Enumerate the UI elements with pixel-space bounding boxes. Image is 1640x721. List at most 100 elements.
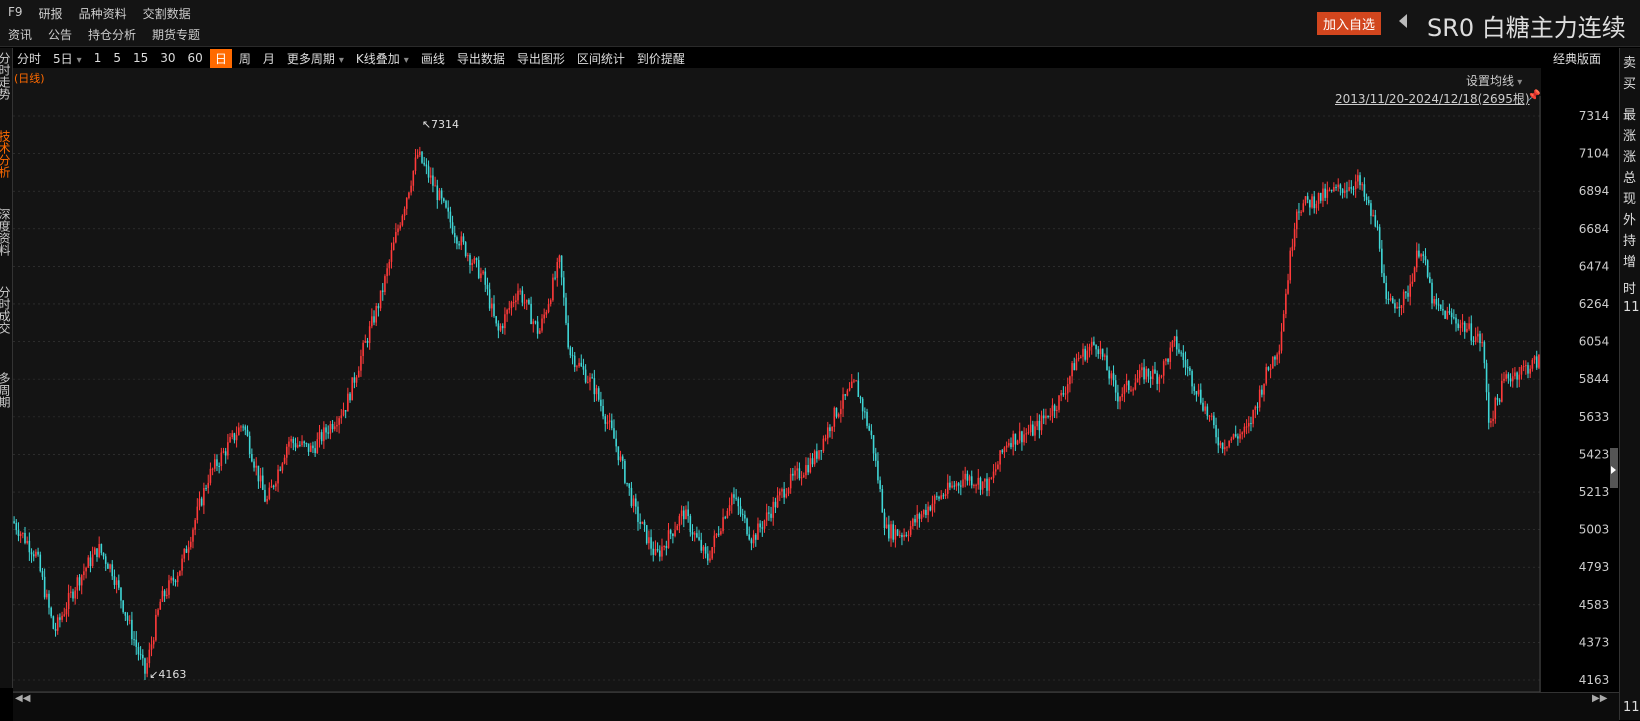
candle-body <box>35 551 37 557</box>
candle-body <box>837 414 840 417</box>
candle-body <box>628 483 631 488</box>
candle-body <box>600 399 602 406</box>
candle-body <box>1420 254 1422 257</box>
candle-body <box>24 532 26 543</box>
quote-label-outer: 外 <box>1623 213 1637 228</box>
candle-body <box>63 614 66 616</box>
candle-body <box>1023 434 1025 443</box>
candle-body <box>192 529 194 542</box>
candle-body <box>117 580 120 588</box>
candle-body <box>1010 443 1012 448</box>
candle-body <box>305 443 308 445</box>
candle-body <box>279 469 282 471</box>
candle-body <box>898 534 901 536</box>
candle-body <box>1232 434 1235 439</box>
nav-right-icon[interactable]: ▶▶ <box>1592 693 1607 704</box>
candle-body <box>48 593 50 608</box>
candle-body <box>1278 350 1281 355</box>
candle-body <box>776 495 779 508</box>
candle-body <box>661 546 663 557</box>
candle-body <box>366 340 369 343</box>
candle-body <box>460 236 463 246</box>
candle-body <box>109 564 111 569</box>
candle-body <box>1535 356 1538 368</box>
candle-body <box>652 548 655 555</box>
candle-body <box>752 534 755 544</box>
candle-body <box>1507 374 1510 379</box>
candle-body <box>266 499 268 502</box>
candle-body <box>918 513 921 519</box>
candle-body <box>471 262 473 266</box>
candle-body <box>78 577 81 586</box>
candle-body <box>534 321 537 323</box>
candle-body <box>403 208 406 216</box>
candle-body <box>549 300 552 305</box>
quote-label-current: 现 <box>1623 192 1637 207</box>
candle-body <box>242 426 244 428</box>
candle-body <box>1474 336 1477 342</box>
candle-body <box>792 473 794 476</box>
candle-body <box>1389 298 1392 300</box>
candle-body <box>730 494 733 506</box>
candle-body <box>342 410 345 416</box>
candle-body <box>1396 306 1398 309</box>
candle-body <box>567 323 569 348</box>
candle-body <box>667 530 670 549</box>
candle-body <box>528 299 530 304</box>
candle-body <box>170 577 172 581</box>
candle-body <box>288 441 290 447</box>
candle-body <box>582 366 585 370</box>
nav-left-icon[interactable]: ◀◀ <box>15 693 30 704</box>
candle-body <box>13 521 15 523</box>
scroll-right-icon[interactable] <box>1611 466 1616 474</box>
candle-body <box>1387 298 1390 300</box>
candle-body <box>218 465 220 467</box>
candle-body <box>303 441 306 444</box>
candle-body <box>1027 432 1030 434</box>
candle-body <box>506 309 508 315</box>
candle-body <box>1217 437 1220 446</box>
candle-body <box>619 456 622 461</box>
candle-body <box>866 411 868 426</box>
candle-body <box>1328 189 1331 191</box>
candle-body <box>264 489 266 502</box>
candle-body <box>1426 260 1429 277</box>
candle-body <box>741 513 744 515</box>
candle-body <box>255 465 258 468</box>
candle-body <box>615 438 617 447</box>
candle-body <box>318 432 321 440</box>
candle-body <box>1221 442 1224 450</box>
candle-body <box>1036 420 1038 427</box>
candle-body <box>905 534 908 536</box>
candle-body <box>1064 393 1067 395</box>
candle-body <box>1090 341 1093 347</box>
candle-body <box>912 518 914 527</box>
candle-body <box>493 303 495 317</box>
candle-body <box>1442 308 1444 311</box>
candle-body <box>783 489 785 498</box>
candle-body <box>957 483 960 486</box>
candle-body <box>429 175 432 178</box>
candle-body <box>733 494 735 498</box>
candle-body <box>907 534 910 536</box>
candle-body <box>861 398 864 412</box>
candle-body <box>89 557 92 567</box>
candlestick-chart: 7314 7104 6894 6684 6474 6264 6054 5844 5633 5423… <box>13 96 1610 711</box>
y-tick-label: 6054 <box>1579 335 1610 349</box>
candle-body <box>1487 392 1490 423</box>
candle-body <box>1339 184 1342 189</box>
candle-body <box>1494 397 1497 419</box>
candle-body <box>584 369 587 383</box>
candle-body <box>419 151 421 155</box>
candle-body <box>824 438 827 440</box>
candle-body <box>746 518 748 535</box>
candle-body <box>1134 382 1137 390</box>
candle-body <box>1335 187 1337 189</box>
candle-body <box>1130 389 1132 391</box>
candle-body <box>761 527 764 529</box>
candle-body <box>713 535 716 548</box>
candle-body <box>532 321 535 325</box>
candle-body <box>587 381 589 383</box>
candle-body <box>1385 282 1388 299</box>
candle-body <box>440 190 443 199</box>
